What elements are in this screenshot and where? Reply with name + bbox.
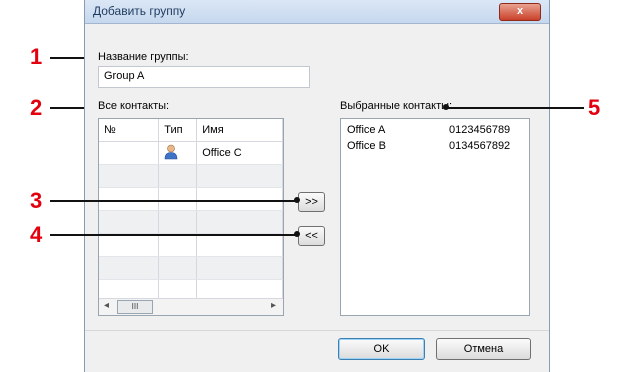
- list-item-number: 0123456789: [449, 124, 511, 136]
- ok-button[interactable]: OK: [338, 338, 425, 360]
- callout-5-line: [446, 107, 584, 109]
- add-to-selected-button[interactable]: >>: [298, 192, 325, 212]
- list-item[interactable]: Office B 0134567892: [347, 140, 523, 152]
- cell-type: [158, 141, 198, 165]
- title-bar: Добавить группу x: [85, 0, 549, 24]
- callout-3: 3: [30, 188, 43, 213]
- table-row: [99, 164, 283, 188]
- horizontal-scrollbar[interactable]: ◂ III ▸: [99, 298, 283, 315]
- scroll-right-icon[interactable]: ▸: [271, 300, 276, 311]
- callout-4-dot: [294, 231, 300, 237]
- selected-contacts-list[interactable]: Office A 0123456789 Office B 0134567892: [340, 118, 530, 316]
- column-header-name[interactable]: Имя: [196, 119, 283, 142]
- remove-from-selected-button[interactable]: <<: [298, 226, 325, 246]
- close-button[interactable]: x: [499, 3, 541, 21]
- scroll-left-icon[interactable]: ◂: [104, 300, 109, 311]
- column-header-number[interactable]: №: [99, 119, 160, 142]
- group-name-input[interactable]: Group A: [98, 66, 310, 88]
- list-item-name: Office A: [347, 124, 386, 136]
- callout-4: 4: [30, 222, 43, 247]
- contacts-table: № Тип Имя Office C: [99, 119, 283, 303]
- cell-name: Office C: [196, 141, 283, 165]
- selected-contacts-label: Выбранные контакты:: [340, 100, 453, 112]
- scroll-thumb[interactable]: III: [117, 300, 153, 314]
- all-contacts-grid[interactable]: № Тип Имя Office C ◂ III ▸: [98, 118, 284, 316]
- callout-5: 5: [588, 95, 601, 120]
- callout-1: 1: [30, 44, 43, 69]
- list-item-name: Office B: [347, 140, 386, 152]
- list-item-number: 0134567892: [449, 140, 511, 152]
- callout-4-line: [50, 234, 296, 236]
- table-header: № Тип Имя: [99, 119, 283, 142]
- column-header-type[interactable]: Тип: [158, 119, 198, 142]
- callout-5-dot: [443, 104, 449, 110]
- list-item[interactable]: Office A 0123456789: [347, 124, 523, 136]
- callout-2: 2: [30, 95, 43, 120]
- cell-number: [99, 141, 160, 165]
- table-row: [99, 256, 283, 280]
- cancel-button[interactable]: Отмена: [436, 338, 531, 360]
- person-icon: [164, 144, 178, 159]
- table-row[interactable]: Office C: [99, 141, 283, 165]
- dialog-divider: [85, 330, 549, 331]
- close-icon: x: [516, 5, 524, 17]
- table-row: [99, 187, 283, 211]
- dialog-title: Добавить группу: [93, 4, 186, 18]
- table-row: [99, 210, 283, 234]
- group-name-value: Group A: [104, 70, 145, 82]
- callout-3-dot: [294, 197, 300, 203]
- group-name-label: Название группы:: [98, 51, 189, 63]
- table-row: [99, 233, 283, 257]
- callout-3-line: [50, 200, 296, 202]
- all-contacts-label: Все контакты:: [98, 100, 170, 112]
- add-group-dialog: Добавить группу x Название группы: Group…: [84, 0, 550, 372]
